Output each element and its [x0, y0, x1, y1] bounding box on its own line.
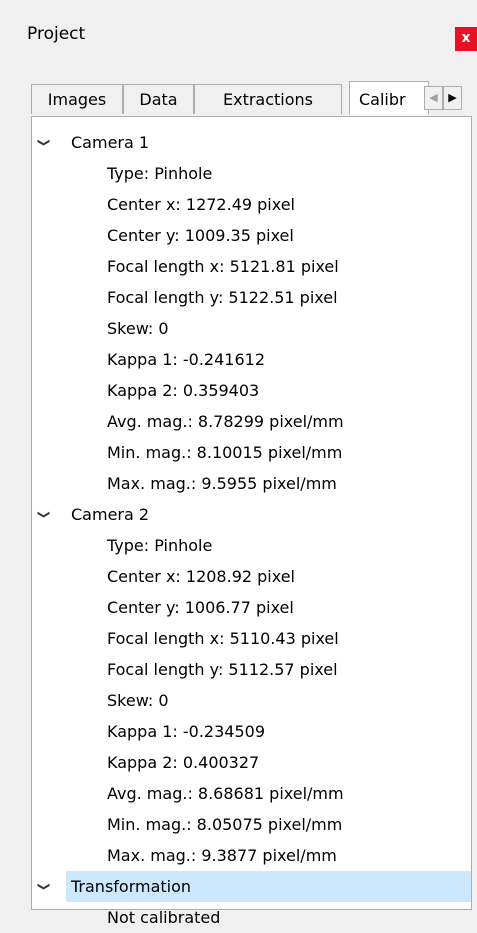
chevron-down-icon[interactable]: ❯ — [36, 871, 52, 902]
tree-node-label: Transformation — [71, 877, 192, 896]
tree-leaf[interactable]: Focal length x: 5110.43 pixel — [32, 623, 471, 654]
tree-leaf[interactable]: Max. mag.: 9.3877 pixel/mm — [32, 840, 471, 871]
tree-leaf[interactable]: Max. mag.: 9.5955 pixel/mm — [32, 468, 471, 499]
tree-leaf[interactable]: Type: Pinhole — [32, 530, 471, 561]
tree-leaf[interactable]: Focal length x: 5121.81 pixel — [32, 251, 471, 282]
tree-node-label: Camera 2 — [71, 505, 150, 524]
tree-node-transformation[interactable]: ❯ Transformation — [32, 871, 471, 902]
tree-node-camera-1[interactable]: ❯ Camera 1 — [32, 127, 471, 158]
tree-node-label: Camera 1 — [71, 133, 150, 152]
project-panel: Project x Images Data Extractions Calibr… — [0, 0, 477, 930]
panel-titlebar: Project x — [0, 0, 477, 70]
tree-node-camera-2[interactable]: ❯ Camera 2 — [32, 499, 471, 530]
tree-leaf[interactable]: Not calibrated — [32, 902, 471, 933]
tree-leaf[interactable]: Center x: 1272.49 pixel — [32, 189, 471, 220]
tree-leaf[interactable]: Skew: 0 — [32, 685, 471, 716]
tree-leaf[interactable]: Min. mag.: 8.05075 pixel/mm — [32, 809, 471, 840]
scroll-left-icon[interactable]: ◀ — [424, 86, 443, 110]
tab-bar: Images Data Extractions Calibr ◀ ▶ — [31, 81, 473, 116]
tree-leaf[interactable]: Center y: 1006.77 pixel — [32, 592, 471, 623]
chevron-down-icon[interactable]: ❯ — [36, 127, 52, 158]
scroll-right-icon[interactable]: ▶ — [443, 86, 462, 110]
tab-data[interactable]: Data — [123, 84, 194, 114]
tab-calibration[interactable]: Calibr — [349, 81, 429, 115]
close-button[interactable]: x — [455, 27, 477, 51]
tree-leaf[interactable]: Kappa 1: -0.241612 — [32, 344, 471, 375]
panel-title: Project — [27, 24, 86, 44]
tree-leaf[interactable]: Avg. mag.: 8.68681 pixel/mm — [32, 778, 471, 809]
tree-leaf[interactable]: Center y: 1009.35 pixel — [32, 220, 471, 251]
chevron-down-icon[interactable]: ❯ — [36, 499, 52, 530]
tree-leaf[interactable]: Min. mag.: 8.10015 pixel/mm — [32, 437, 471, 468]
tree-leaf[interactable]: Kappa 1: -0.234509 — [32, 716, 471, 747]
tree-leaf[interactable]: Kappa 2: 0.400327 — [32, 747, 471, 778]
tree-leaf[interactable]: Kappa 2: 0.359403 — [32, 375, 471, 406]
tab-extractions[interactable]: Extractions — [194, 84, 342, 114]
tree-content: ❯ Camera 1 Type: Pinhole Center x: 1272.… — [32, 127, 471, 933]
tree-leaf[interactable]: Focal length y: 5112.57 pixel — [32, 654, 471, 685]
tree-leaf[interactable]: Type: Pinhole — [32, 158, 471, 189]
tab-scroll-buttons: ◀ ▶ — [424, 86, 464, 110]
tree-leaf[interactable]: Skew: 0 — [32, 313, 471, 344]
close-icon: x — [461, 30, 471, 46]
calibration-tree[interactable]: ❯ Camera 1 Type: Pinhole Center x: 1272.… — [31, 116, 472, 927]
tree-leaf[interactable]: Avg. mag.: 8.78299 pixel/mm — [32, 406, 471, 437]
tab-images[interactable]: Images — [31, 84, 123, 114]
tree-leaf[interactable]: Center x: 1208.92 pixel — [32, 561, 471, 592]
tree-leaf[interactable]: Focal length y: 5122.51 pixel — [32, 282, 471, 313]
